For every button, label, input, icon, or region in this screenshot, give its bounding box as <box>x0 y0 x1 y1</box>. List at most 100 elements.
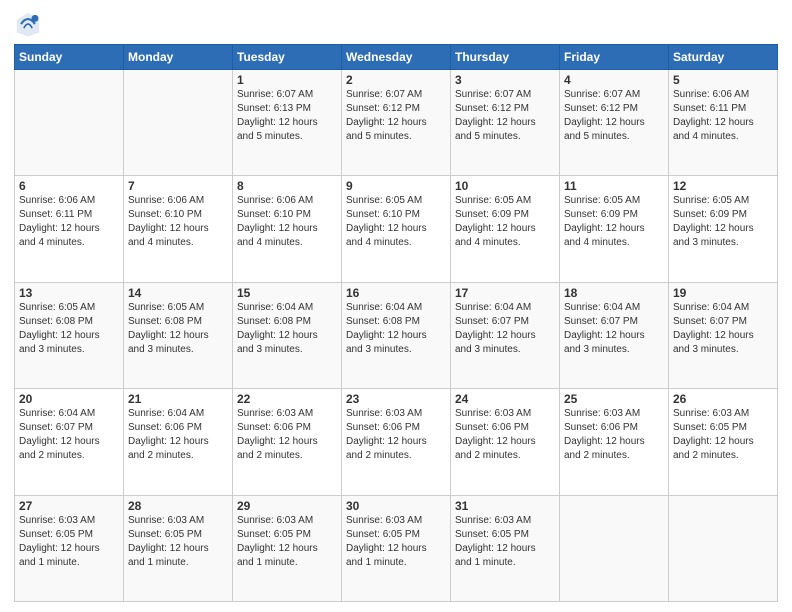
day-number: 13 <box>19 286 119 300</box>
day-cell: 31Sunrise: 6:03 AM Sunset: 6:05 PM Dayli… <box>451 495 560 601</box>
week-row-5: 27Sunrise: 6:03 AM Sunset: 6:05 PM Dayli… <box>15 495 778 601</box>
day-cell: 11Sunrise: 6:05 AM Sunset: 6:09 PM Dayli… <box>560 176 669 282</box>
day-info: Sunrise: 6:06 AM Sunset: 6:10 PM Dayligh… <box>128 194 228 250</box>
day-info: Sunrise: 6:06 AM Sunset: 6:11 PM Dayligh… <box>19 194 119 250</box>
day-number: 28 <box>128 499 228 513</box>
day-number: 17 <box>455 286 555 300</box>
day-info: Sunrise: 6:05 AM Sunset: 6:09 PM Dayligh… <box>564 194 664 250</box>
day-info: Sunrise: 6:03 AM Sunset: 6:06 PM Dayligh… <box>455 407 555 463</box>
day-number: 31 <box>455 499 555 513</box>
week-row-1: 1Sunrise: 6:07 AM Sunset: 6:13 PM Daylig… <box>15 70 778 176</box>
day-info: Sunrise: 6:04 AM Sunset: 6:08 PM Dayligh… <box>237 301 337 357</box>
day-cell: 20Sunrise: 6:04 AM Sunset: 6:07 PM Dayli… <box>15 389 124 495</box>
day-cell <box>560 495 669 601</box>
week-row-3: 13Sunrise: 6:05 AM Sunset: 6:08 PM Dayli… <box>15 282 778 388</box>
day-number: 19 <box>673 286 773 300</box>
col-header-saturday: Saturday <box>669 45 778 70</box>
day-number: 1 <box>237 73 337 87</box>
day-number: 8 <box>237 179 337 193</box>
col-header-friday: Friday <box>560 45 669 70</box>
day-info: Sunrise: 6:05 AM Sunset: 6:08 PM Dayligh… <box>19 301 119 357</box>
day-cell: 27Sunrise: 6:03 AM Sunset: 6:05 PM Dayli… <box>15 495 124 601</box>
day-number: 25 <box>564 392 664 406</box>
day-info: Sunrise: 6:06 AM Sunset: 6:11 PM Dayligh… <box>673 88 773 144</box>
day-number: 14 <box>128 286 228 300</box>
day-cell: 6Sunrise: 6:06 AM Sunset: 6:11 PM Daylig… <box>15 176 124 282</box>
day-cell: 26Sunrise: 6:03 AM Sunset: 6:05 PM Dayli… <box>669 389 778 495</box>
day-number: 29 <box>237 499 337 513</box>
day-info: Sunrise: 6:04 AM Sunset: 6:07 PM Dayligh… <box>19 407 119 463</box>
day-cell: 4Sunrise: 6:07 AM Sunset: 6:12 PM Daylig… <box>560 70 669 176</box>
day-info: Sunrise: 6:04 AM Sunset: 6:07 PM Dayligh… <box>673 301 773 357</box>
day-info: Sunrise: 6:04 AM Sunset: 6:07 PM Dayligh… <box>455 301 555 357</box>
day-info: Sunrise: 6:07 AM Sunset: 6:12 PM Dayligh… <box>564 88 664 144</box>
day-cell: 14Sunrise: 6:05 AM Sunset: 6:08 PM Dayli… <box>124 282 233 388</box>
day-number: 24 <box>455 392 555 406</box>
header-row: SundayMondayTuesdayWednesdayThursdayFrid… <box>15 45 778 70</box>
day-info: Sunrise: 6:03 AM Sunset: 6:06 PM Dayligh… <box>237 407 337 463</box>
day-info: Sunrise: 6:03 AM Sunset: 6:05 PM Dayligh… <box>19 514 119 570</box>
day-info: Sunrise: 6:03 AM Sunset: 6:06 PM Dayligh… <box>346 407 446 463</box>
day-cell <box>15 70 124 176</box>
day-info: Sunrise: 6:03 AM Sunset: 6:05 PM Dayligh… <box>237 514 337 570</box>
day-number: 7 <box>128 179 228 193</box>
day-cell: 10Sunrise: 6:05 AM Sunset: 6:09 PM Dayli… <box>451 176 560 282</box>
day-info: Sunrise: 6:04 AM Sunset: 6:08 PM Dayligh… <box>346 301 446 357</box>
day-number: 30 <box>346 499 446 513</box>
day-cell <box>669 495 778 601</box>
day-info: Sunrise: 6:03 AM Sunset: 6:05 PM Dayligh… <box>128 514 228 570</box>
day-number: 22 <box>237 392 337 406</box>
col-header-monday: Monday <box>124 45 233 70</box>
day-number: 26 <box>673 392 773 406</box>
day-info: Sunrise: 6:03 AM Sunset: 6:06 PM Dayligh… <box>564 407 664 463</box>
day-number: 15 <box>237 286 337 300</box>
logo-icon <box>14 10 42 38</box>
day-number: 23 <box>346 392 446 406</box>
logo <box>14 10 46 38</box>
day-cell: 18Sunrise: 6:04 AM Sunset: 6:07 PM Dayli… <box>560 282 669 388</box>
day-number: 12 <box>673 179 773 193</box>
day-info: Sunrise: 6:07 AM Sunset: 6:13 PM Dayligh… <box>237 88 337 144</box>
day-cell: 23Sunrise: 6:03 AM Sunset: 6:06 PM Dayli… <box>342 389 451 495</box>
day-info: Sunrise: 6:05 AM Sunset: 6:10 PM Dayligh… <box>346 194 446 250</box>
day-number: 9 <box>346 179 446 193</box>
day-info: Sunrise: 6:04 AM Sunset: 6:06 PM Dayligh… <box>128 407 228 463</box>
week-row-4: 20Sunrise: 6:04 AM Sunset: 6:07 PM Dayli… <box>15 389 778 495</box>
day-cell: 24Sunrise: 6:03 AM Sunset: 6:06 PM Dayli… <box>451 389 560 495</box>
day-cell: 15Sunrise: 6:04 AM Sunset: 6:08 PM Dayli… <box>233 282 342 388</box>
day-info: Sunrise: 6:03 AM Sunset: 6:05 PM Dayligh… <box>346 514 446 570</box>
calendar-table: SundayMondayTuesdayWednesdayThursdayFrid… <box>14 44 778 602</box>
day-cell <box>124 70 233 176</box>
day-info: Sunrise: 6:05 AM Sunset: 6:08 PM Dayligh… <box>128 301 228 357</box>
day-cell: 9Sunrise: 6:05 AM Sunset: 6:10 PM Daylig… <box>342 176 451 282</box>
col-header-wednesday: Wednesday <box>342 45 451 70</box>
day-number: 10 <box>455 179 555 193</box>
day-cell: 13Sunrise: 6:05 AM Sunset: 6:08 PM Dayli… <box>15 282 124 388</box>
day-info: Sunrise: 6:07 AM Sunset: 6:12 PM Dayligh… <box>346 88 446 144</box>
page: SundayMondayTuesdayWednesdayThursdayFrid… <box>0 0 792 612</box>
day-cell: 7Sunrise: 6:06 AM Sunset: 6:10 PM Daylig… <box>124 176 233 282</box>
day-cell: 2Sunrise: 6:07 AM Sunset: 6:12 PM Daylig… <box>342 70 451 176</box>
day-cell: 19Sunrise: 6:04 AM Sunset: 6:07 PM Dayli… <box>669 282 778 388</box>
day-cell: 25Sunrise: 6:03 AM Sunset: 6:06 PM Dayli… <box>560 389 669 495</box>
day-cell: 22Sunrise: 6:03 AM Sunset: 6:06 PM Dayli… <box>233 389 342 495</box>
day-number: 16 <box>346 286 446 300</box>
col-header-tuesday: Tuesday <box>233 45 342 70</box>
day-info: Sunrise: 6:03 AM Sunset: 6:05 PM Dayligh… <box>455 514 555 570</box>
day-cell: 17Sunrise: 6:04 AM Sunset: 6:07 PM Dayli… <box>451 282 560 388</box>
day-cell: 8Sunrise: 6:06 AM Sunset: 6:10 PM Daylig… <box>233 176 342 282</box>
day-info: Sunrise: 6:03 AM Sunset: 6:05 PM Dayligh… <box>673 407 773 463</box>
day-number: 5 <box>673 73 773 87</box>
day-info: Sunrise: 6:04 AM Sunset: 6:07 PM Dayligh… <box>564 301 664 357</box>
day-cell: 30Sunrise: 6:03 AM Sunset: 6:05 PM Dayli… <box>342 495 451 601</box>
day-number: 11 <box>564 179 664 193</box>
col-header-sunday: Sunday <box>15 45 124 70</box>
day-cell: 28Sunrise: 6:03 AM Sunset: 6:05 PM Dayli… <box>124 495 233 601</box>
day-cell: 1Sunrise: 6:07 AM Sunset: 6:13 PM Daylig… <box>233 70 342 176</box>
col-header-thursday: Thursday <box>451 45 560 70</box>
day-info: Sunrise: 6:07 AM Sunset: 6:12 PM Dayligh… <box>455 88 555 144</box>
day-cell: 16Sunrise: 6:04 AM Sunset: 6:08 PM Dayli… <box>342 282 451 388</box>
day-number: 6 <box>19 179 119 193</box>
day-cell: 29Sunrise: 6:03 AM Sunset: 6:05 PM Dayli… <box>233 495 342 601</box>
day-number: 21 <box>128 392 228 406</box>
